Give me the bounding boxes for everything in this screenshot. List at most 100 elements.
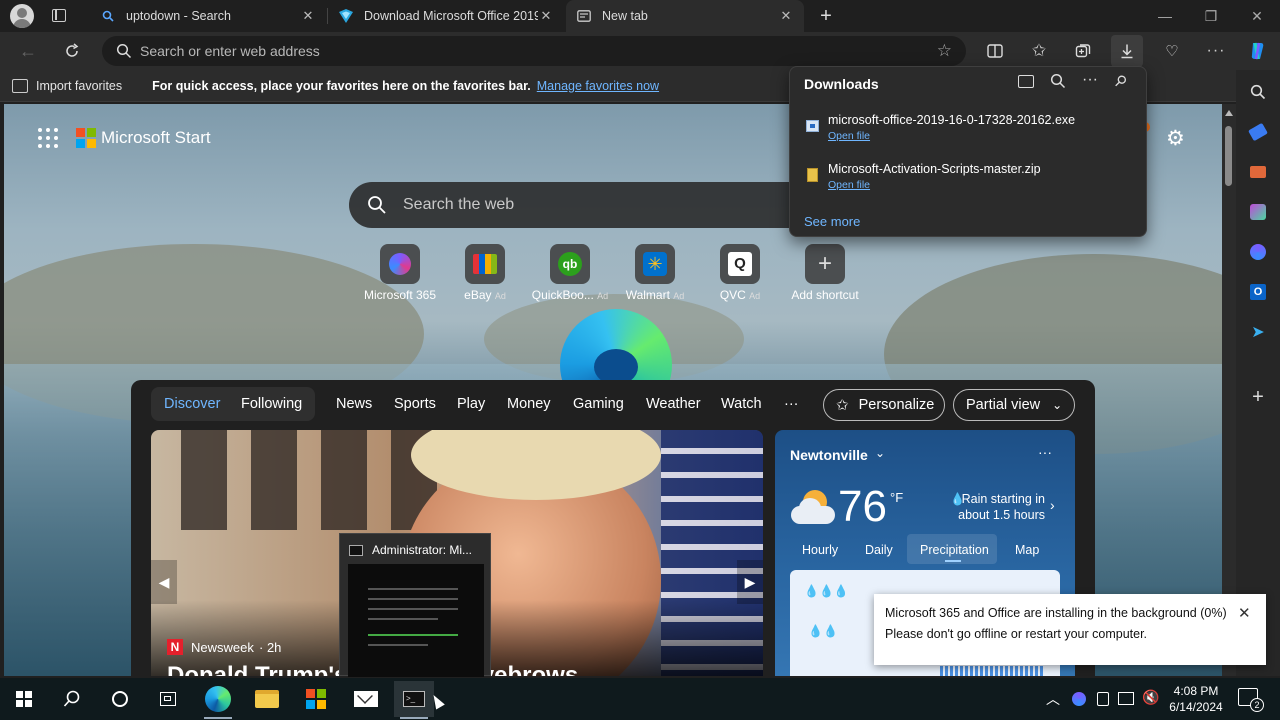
weather-more-icon[interactable]: ··· xyxy=(1038,444,1052,460)
split-screen-button[interactable] xyxy=(979,35,1011,67)
profile-avatar[interactable] xyxy=(10,4,34,28)
tab-gaming[interactable]: Gaming xyxy=(573,396,624,412)
taskbar-mail[interactable] xyxy=(346,681,386,717)
downloads-button[interactable] xyxy=(1111,35,1143,67)
taskbar-edge[interactable] xyxy=(198,681,238,719)
sidebar-search-icon[interactable] xyxy=(1246,80,1270,104)
address-input[interactable] xyxy=(140,43,900,59)
taskbar-search-button[interactable] xyxy=(52,681,92,717)
tab-watch[interactable]: Watch xyxy=(721,396,762,412)
scroll-thumb[interactable] xyxy=(1225,126,1232,186)
shortcut-walmart[interactable]: ✳ Walmart Ad xyxy=(610,244,700,306)
weather-tab-daily[interactable]: Daily xyxy=(865,543,893,557)
tray-overflow-chevron-icon[interactable]: ︿ xyxy=(1046,689,1060,709)
close-icon[interactable]: ✕ xyxy=(300,8,316,24)
prev-story-arrow[interactable]: ◀ xyxy=(151,560,177,604)
close-icon[interactable]: ✕ xyxy=(1238,604,1251,622)
browser-essentials-button[interactable]: ♡ xyxy=(1156,35,1188,67)
shortcut-ebay[interactable]: eBay Ad xyxy=(440,244,530,306)
taskbar-cmd[interactable]: >_ xyxy=(394,681,434,719)
page-scrollbar[interactable] xyxy=(1222,104,1236,676)
search-downloads-icon[interactable] xyxy=(1050,73,1066,94)
shortcut-quickbooks[interactable]: qb QuickBoo... Ad xyxy=(525,244,615,306)
page-settings-gear-icon[interactable]: ⚙ xyxy=(1166,126,1185,151)
network-icon[interactable] xyxy=(1118,692,1134,705)
more-tabs-button[interactable]: ··· xyxy=(784,396,799,412)
open-file-link[interactable]: Open file xyxy=(828,130,870,142)
taskbar-thumbnail-preview[interactable]: Administrator: Mi... xyxy=(339,533,491,677)
favorites-button[interactable]: ✩ xyxy=(1023,35,1055,67)
tray-device-icon[interactable] xyxy=(1097,692,1109,706)
chevron-down-icon[interactable]: ⌄ xyxy=(875,446,885,460)
minimize-button[interactable]: — xyxy=(1142,0,1188,32)
pin-icon[interactable]: ⚲ xyxy=(1110,71,1131,91)
add-sidebar-app-icon[interactable]: + xyxy=(1246,385,1270,409)
taskbar-store[interactable] xyxy=(296,681,336,717)
weather-tab-hourly[interactable]: Hourly xyxy=(802,543,838,557)
cmd-icon xyxy=(349,545,363,556)
weather-tab-map[interactable]: Map xyxy=(1015,543,1039,557)
tab-download-office[interactable]: Download Microsoft Office 2019 ✕ xyxy=(328,0,564,32)
open-file-link[interactable]: Open file xyxy=(828,179,870,191)
close-window-button[interactable]: ✕ xyxy=(1234,0,1280,32)
games-icon[interactable] xyxy=(1246,200,1270,224)
copilot-button[interactable] xyxy=(1242,35,1274,67)
download-item[interactable]: Microsoft-Activation-Scripts-master.zip … xyxy=(804,162,1134,200)
tab-uptodown-search[interactable]: uptodown - Search ✕ xyxy=(90,0,326,32)
personalize-button[interactable]: ✩ Personalize xyxy=(823,389,945,421)
weather-tab-precipitation[interactable]: Precipitation xyxy=(920,543,989,557)
start-button[interactable] xyxy=(4,681,44,717)
weather-location[interactable]: Newtonville xyxy=(790,447,868,463)
copilot-sidebar-icon[interactable] xyxy=(1246,240,1270,264)
shopping-tag-icon[interactable] xyxy=(1246,120,1270,144)
outlook-icon[interactable]: O xyxy=(1246,280,1270,304)
tray-copilot-icon[interactable] xyxy=(1072,692,1086,706)
uptodown-icon xyxy=(338,8,354,24)
favorite-star-icon[interactable]: ☆ xyxy=(937,41,952,61)
drop-send-icon[interactable]: ➤ xyxy=(1246,320,1270,344)
shortcut-microsoft-365[interactable]: Microsoft 365 xyxy=(355,244,445,306)
chevron-right-icon[interactable]: › xyxy=(1050,497,1055,513)
manage-favorites-link[interactable]: Manage favorites now xyxy=(537,79,659,93)
tab-sports[interactable]: Sports xyxy=(394,396,436,412)
address-bar[interactable]: ☆ xyxy=(102,36,966,66)
refresh-button[interactable] xyxy=(56,35,88,67)
clock[interactable]: 4:08 PM 6/14/2024 xyxy=(1164,683,1228,715)
collections-button[interactable] xyxy=(1067,35,1099,67)
see-more-link[interactable]: See more xyxy=(804,214,860,229)
scroll-up-arrow-icon[interactable] xyxy=(1225,110,1233,116)
new-tab-button[interactable]: + xyxy=(814,4,838,28)
tab-news[interactable]: News xyxy=(336,396,372,412)
next-story-arrow[interactable]: ▶ xyxy=(737,560,763,604)
close-icon[interactable]: ✕ xyxy=(538,8,554,24)
shortcut-qvc[interactable]: Q QVC Ad xyxy=(695,244,785,306)
tools-briefcase-icon[interactable] xyxy=(1246,160,1270,184)
tab-weather[interactable]: Weather xyxy=(646,396,701,412)
more-options-icon[interactable]: ··· xyxy=(1082,71,1098,89)
tab-following[interactable]: Following xyxy=(241,396,302,412)
volume-muted-icon[interactable]: 🔇 xyxy=(1142,689,1159,706)
office-install-toast[interactable]: Microsoft 365 and Office are installing … xyxy=(874,594,1266,665)
partial-view-button[interactable]: Partial view ⌄ xyxy=(953,389,1075,421)
brand-title[interactable]: Microsoft Start xyxy=(101,128,211,148)
tab-actions-icon[interactable] xyxy=(52,9,66,22)
task-view-button[interactable] xyxy=(148,681,188,717)
tab-money[interactable]: Money xyxy=(507,396,551,412)
web-search-box[interactable]: Search the web xyxy=(349,182,849,228)
tab-new-tab[interactable]: New tab ✕ xyxy=(566,0,804,32)
apps-grid-icon[interactable] xyxy=(38,128,58,148)
import-favorites-button[interactable]: Import favorites xyxy=(36,79,122,93)
download-item[interactable]: microsoft-office-2019-16-0-17328-20162.e… xyxy=(804,113,1134,151)
taskbar-file-explorer[interactable] xyxy=(247,681,287,717)
shortcut-add[interactable]: + Add shortcut xyxy=(780,244,870,306)
tab-play[interactable]: Play xyxy=(457,396,485,412)
open-folder-icon[interactable] xyxy=(1018,75,1034,88)
search-icon xyxy=(116,43,132,59)
cortana-button[interactable] xyxy=(100,681,140,717)
personalize-label: Personalize xyxy=(858,397,935,413)
close-icon[interactable]: ✕ xyxy=(778,8,794,24)
settings-more-button[interactable]: ··· xyxy=(1200,35,1232,67)
back-button[interactable]: ← xyxy=(12,35,44,67)
tab-discover[interactable]: Discover xyxy=(164,396,220,412)
restore-button[interactable]: ❐ xyxy=(1188,0,1234,32)
